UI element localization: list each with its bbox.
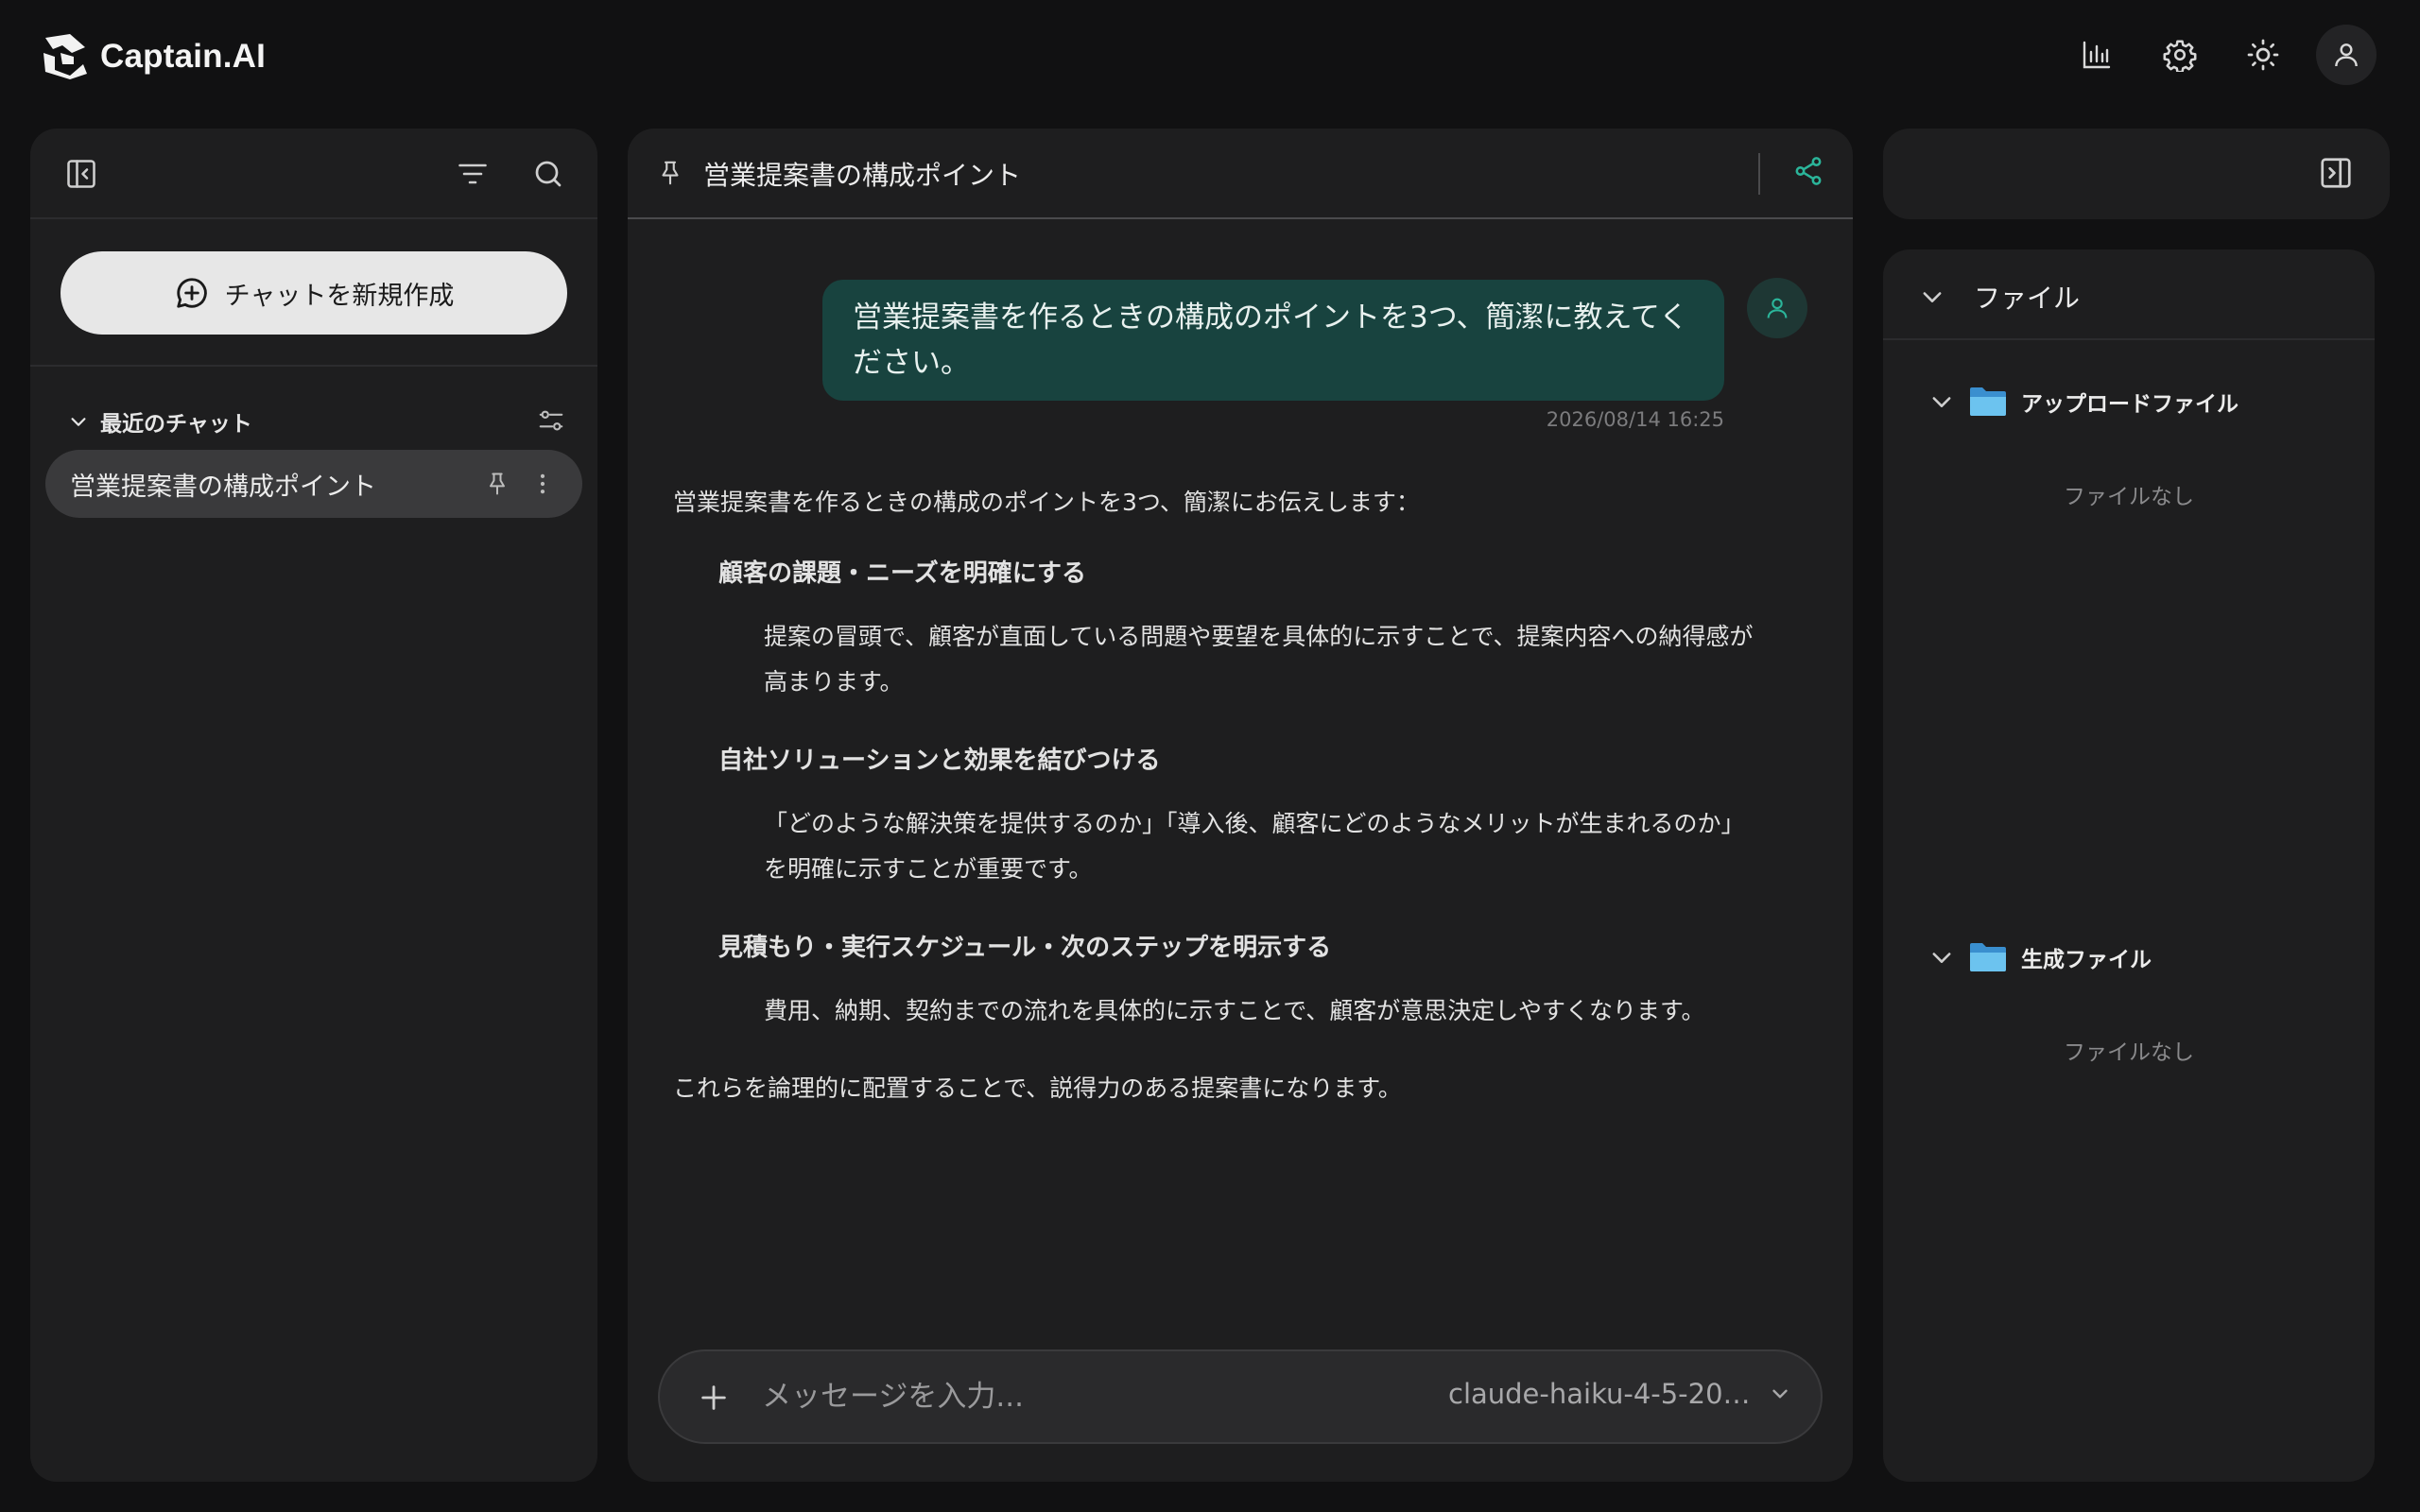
gear-icon: [2163, 38, 2197, 72]
folder-icon: [1968, 386, 2008, 418]
answer-point-heading: 見積もり・実行スケジュール・次のステップを明示する: [718, 934, 1332, 962]
divider: [30, 365, 597, 367]
message-input[interactable]: [762, 1376, 1329, 1418]
answer-point-body: 「どのような解決策を提供するのか」「導入後、顧客にどのようなメリットが生まれるの…: [764, 810, 1745, 883]
user-icon: [1764, 295, 1790, 321]
folder-generated-files[interactable]: 生成ファイル: [1928, 941, 2152, 973]
chevron-down-icon: [1928, 388, 1955, 415]
brand-name: Captain.AI: [100, 38, 267, 75]
brand[interactable]: Captain.AI: [42, 30, 266, 83]
search-button[interactable]: [529, 155, 567, 193]
answer-point-heading: 顧客の課題・ニーズを明確にする: [718, 559, 1086, 588]
empty-files-text: ファイルなし: [2064, 1040, 2194, 1065]
user-icon: [2331, 40, 2361, 70]
stats-button[interactable]: [2066, 25, 2127, 85]
right-panel-header: [1883, 129, 2390, 219]
chat-title: 営業提案書の構成ポイント: [703, 160, 1022, 191]
share-icon[interactable]: [1792, 155, 1824, 187]
model-selector[interactable]: claude-haiku-4-5-20…: [1448, 1378, 1792, 1410]
user-menu-button[interactable]: [2316, 25, 2377, 85]
files-title: ファイル: [1974, 283, 2081, 314]
new-chat-label: チャットを新規作成: [224, 281, 455, 311]
folder-upload-files[interactable]: アップロードファイル: [1928, 386, 2238, 418]
sidebar-expand-icon[interactable]: [2318, 155, 2354, 191]
answer-point-heading: 自社ソリューションと効果を結びつける: [718, 747, 1161, 775]
message-composer: claude-haiku-4-5-20…: [658, 1349, 1823, 1444]
top-actions: [2066, 25, 2377, 85]
files-header[interactable]: ファイル: [1883, 249, 2375, 340]
captain-logo-icon: [42, 32, 89, 81]
folder-icon: [1968, 941, 2008, 973]
recent-chats-header[interactable]: 最近のチャット: [68, 403, 579, 440]
folder-label: 生成ファイル: [2021, 948, 2152, 972]
user-message-bubble: 営業提案書を作るときの構成のポイントを3つ、簡潔に教えてください。: [822, 280, 1724, 401]
sidebar-header: [30, 129, 597, 219]
chat-header: 営業提案書の構成ポイント: [628, 129, 1853, 219]
chevron-down-icon: [1919, 284, 1945, 310]
user-message-text: 営業提案書を作るときの構成のポイントを3つ、簡潔に教えてください。: [853, 301, 1689, 380]
more-options-icon[interactable]: [529, 471, 556, 497]
search-icon: [531, 157, 565, 191]
chevron-down-icon: [68, 411, 89, 432]
empty-files-text: ファイルなし: [2064, 485, 2194, 509]
filter-icon: [456, 157, 490, 191]
answer-intro: 営業提案書を作るときの構成のポイントを3つ、簡潔にお伝えします：: [673, 489, 1420, 516]
message-timestamp: 2026/08/14 16:25: [1546, 408, 1724, 431]
header-separator: [1758, 153, 1760, 195]
add-attachment-icon[interactable]: [698, 1382, 730, 1414]
chevron-down-icon: [1928, 944, 1955, 971]
chat-item-label: 営業提案書の構成ポイント: [70, 472, 376, 502]
top-bar: Captain.AI: [0, 0, 2420, 113]
sidebar: チャットを新規作成 最近のチャット 営業提案書の構成ポイント: [30, 129, 597, 1482]
new-chat-button[interactable]: チャットを新規作成: [60, 251, 567, 335]
answer-point-body: 費用、納期、契約までの流れを具体的に示すことで、顧客が意思決定しやすくなります。: [764, 997, 1705, 1024]
folder-label: アップロードファイル: [2021, 392, 2238, 417]
answer-point-body: 提案の冒頭で、顧客が直面している問題や要望を具体的に示すことで、提案内容への納得…: [764, 623, 1754, 696]
filter-button[interactable]: [454, 155, 492, 193]
sun-icon: [2246, 38, 2280, 72]
pin-icon[interactable]: [656, 159, 684, 187]
add-chat-icon: [174, 275, 210, 311]
chevron-down-icon: [1768, 1382, 1792, 1406]
settings-button[interactable]: [2150, 25, 2210, 85]
answer-outro: これらを論理的に配置することで、説得力のある提案書になります。: [673, 1074, 1402, 1102]
bar-chart-icon: [2081, 39, 2113, 71]
model-name: claude-haiku-4-5-20…: [1448, 1378, 1751, 1410]
user-avatar: [1747, 278, 1807, 338]
chat-panel: 営業提案書の構成ポイント 営業提案書を作るときの構成のポイントを3つ、簡潔に教え…: [628, 129, 1853, 1482]
sort-options-icon[interactable]: [537, 406, 565, 435]
collapse-sidebar-button[interactable]: [62, 155, 100, 193]
pin-icon[interactable]: [484, 471, 510, 497]
chat-list-item[interactable]: 営業提案書の構成ポイント: [45, 450, 582, 518]
theme-toggle-button[interactable]: [2233, 25, 2293, 85]
recent-chats-title: 最近のチャット: [100, 412, 252, 437]
files-panel: ファイル アップロードファイル ファイルなし 生成ファイル ファイルなし: [1883, 249, 2375, 1482]
sidebar-collapse-icon: [64, 157, 98, 191]
